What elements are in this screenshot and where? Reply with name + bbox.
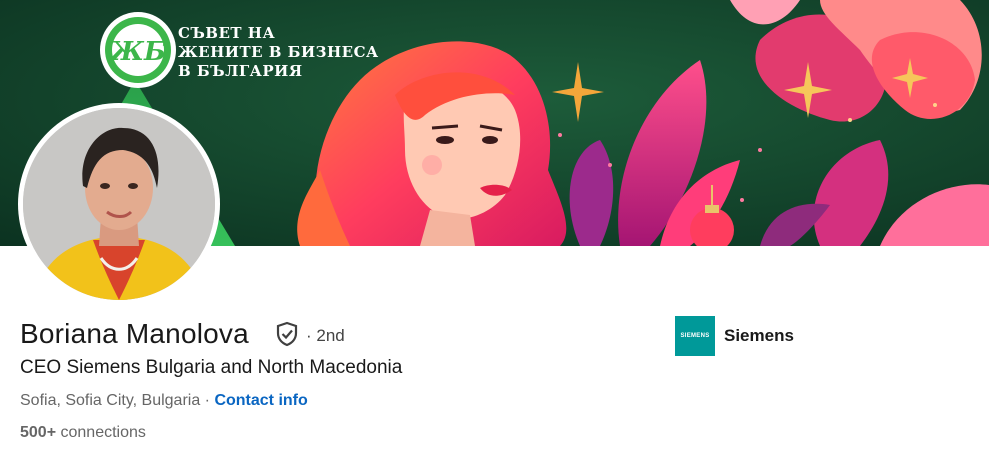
company-logo-text: SIEMENS (680, 333, 710, 339)
banner-title-line-1: СЪВЕТ НА (178, 24, 276, 42)
profile-avatar[interactable] (18, 103, 220, 305)
company-logo: SIEMENS (675, 316, 715, 356)
banner-logo-text: СЪВЕТ НА ЖЕНИТЕ В БИЗНЕСА В БЪЛГАРИЯ (178, 24, 379, 81)
connections-count-row[interactable]: 500+ connections (20, 424, 146, 442)
company-name: Siemens (724, 326, 794, 345)
profile-name: Boriana Manolova (20, 318, 249, 349)
profile-location-row: Sofia, Sofia City, Bulgaria · Contact in… (20, 392, 308, 410)
location-separator: · (200, 392, 215, 409)
connections-label: connections (60, 424, 146, 441)
logo-mark: ЖБ (108, 37, 166, 67)
banner-title-line-3: В БЪЛГАРИЯ (178, 62, 303, 80)
avatar-photo (23, 108, 215, 300)
banner-title-line-2: ЖЕНИТЕ В БИЗНЕСА (178, 43, 379, 61)
connection-degree: · 2nd (306, 326, 345, 345)
connections-count: 500+ (20, 424, 57, 441)
profile-headline: CEO Siemens Bulgaria and North Macedonia (20, 357, 403, 378)
current-company-link[interactable]: SIEMENS Siemens (675, 316, 794, 356)
contact-info-link[interactable]: Contact info (214, 392, 307, 409)
profile-location: Sofia, Sofia City, Bulgaria (20, 392, 201, 409)
verified-shield-icon[interactable] (274, 321, 300, 347)
